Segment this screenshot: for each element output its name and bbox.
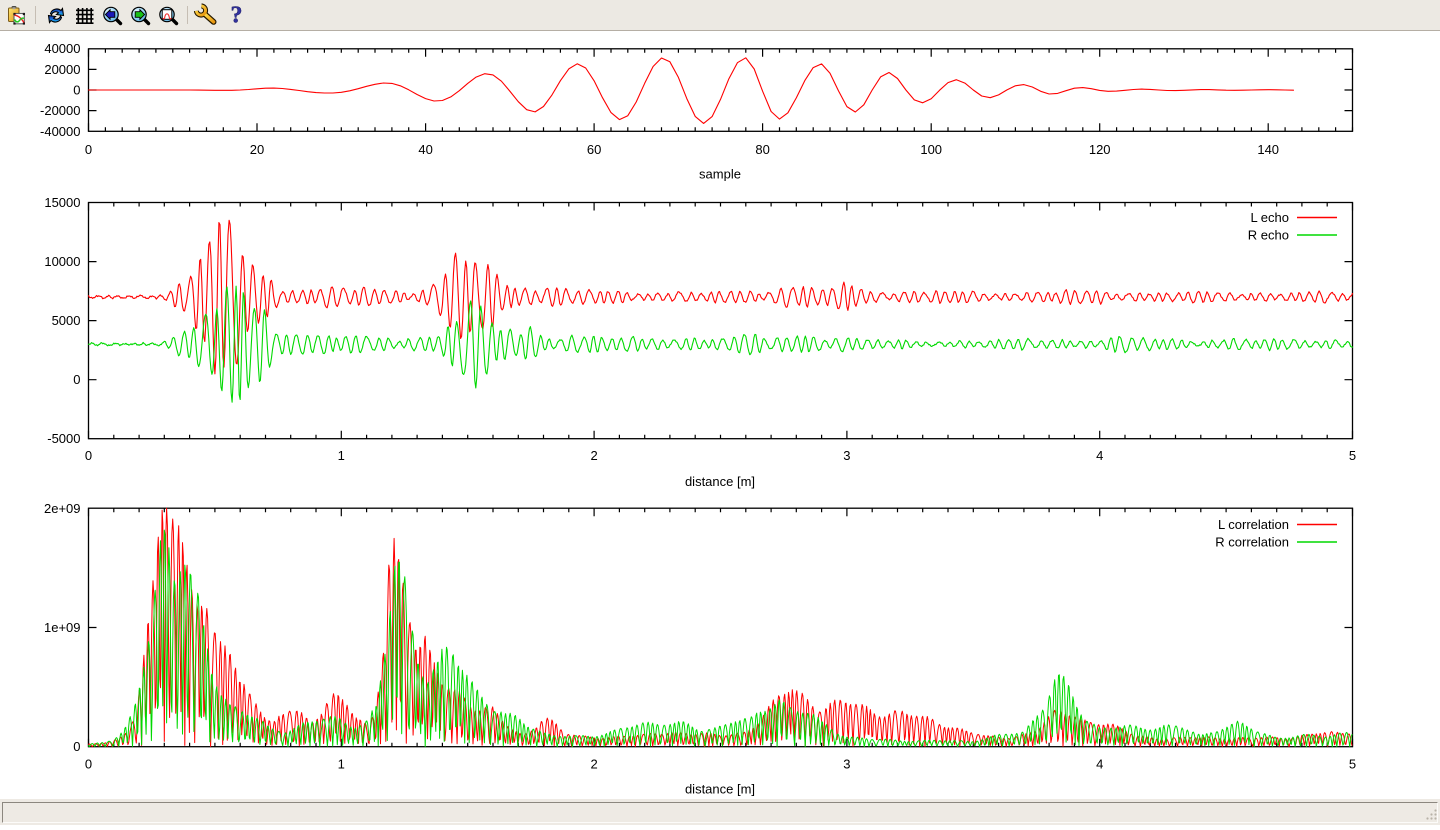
svg-text:5: 5 [1349,448,1356,463]
svg-text:sample: sample [699,167,741,182]
svg-text:2: 2 [590,448,597,463]
svg-text:4: 4 [1096,448,1103,463]
svg-text:3: 3 [843,448,850,463]
svg-text:40: 40 [418,142,432,157]
svg-text:0: 0 [73,83,80,98]
svg-text:100: 100 [920,142,942,157]
svg-text:0: 0 [85,757,92,772]
svg-text:0: 0 [85,448,92,463]
svg-text:0: 0 [73,372,80,387]
svg-text:distance [m]: distance [m] [685,474,755,489]
svg-text:1: 1 [338,448,345,463]
svg-text:distance [m]: distance [m] [685,782,755,797]
svg-text:-5000: -5000 [47,431,80,446]
svg-text:L echo: L echo [1250,210,1289,225]
svg-text:1: 1 [338,757,345,772]
svg-text:120: 120 [1089,142,1111,157]
svg-text:140: 140 [1257,142,1279,157]
svg-text:1e+09: 1e+09 [44,620,81,635]
svg-text:5000: 5000 [52,313,81,328]
svg-text:3: 3 [843,757,850,772]
svg-text:20: 20 [250,142,264,157]
svg-text:5: 5 [1349,757,1356,772]
svg-text:2: 2 [590,757,597,772]
svg-text:R correlation: R correlation [1215,535,1289,550]
svg-text:R echo: R echo [1248,228,1289,243]
svg-text:2e+09: 2e+09 [44,501,81,516]
svg-text:40000: 40000 [44,41,80,56]
svg-text:4: 4 [1096,757,1103,772]
svg-text:60: 60 [587,142,601,157]
svg-text:-20000: -20000 [40,103,80,118]
svg-text:0: 0 [73,739,80,754]
svg-text:20000: 20000 [44,62,80,77]
svg-text:0: 0 [85,142,92,157]
svg-text:-40000: -40000 [40,124,80,139]
svg-text:80: 80 [755,142,769,157]
svg-text:L correlation: L correlation [1218,517,1289,532]
svg-text:15000: 15000 [44,195,80,210]
svg-text:10000: 10000 [44,254,80,269]
svg-text:?: ? [231,3,243,29]
